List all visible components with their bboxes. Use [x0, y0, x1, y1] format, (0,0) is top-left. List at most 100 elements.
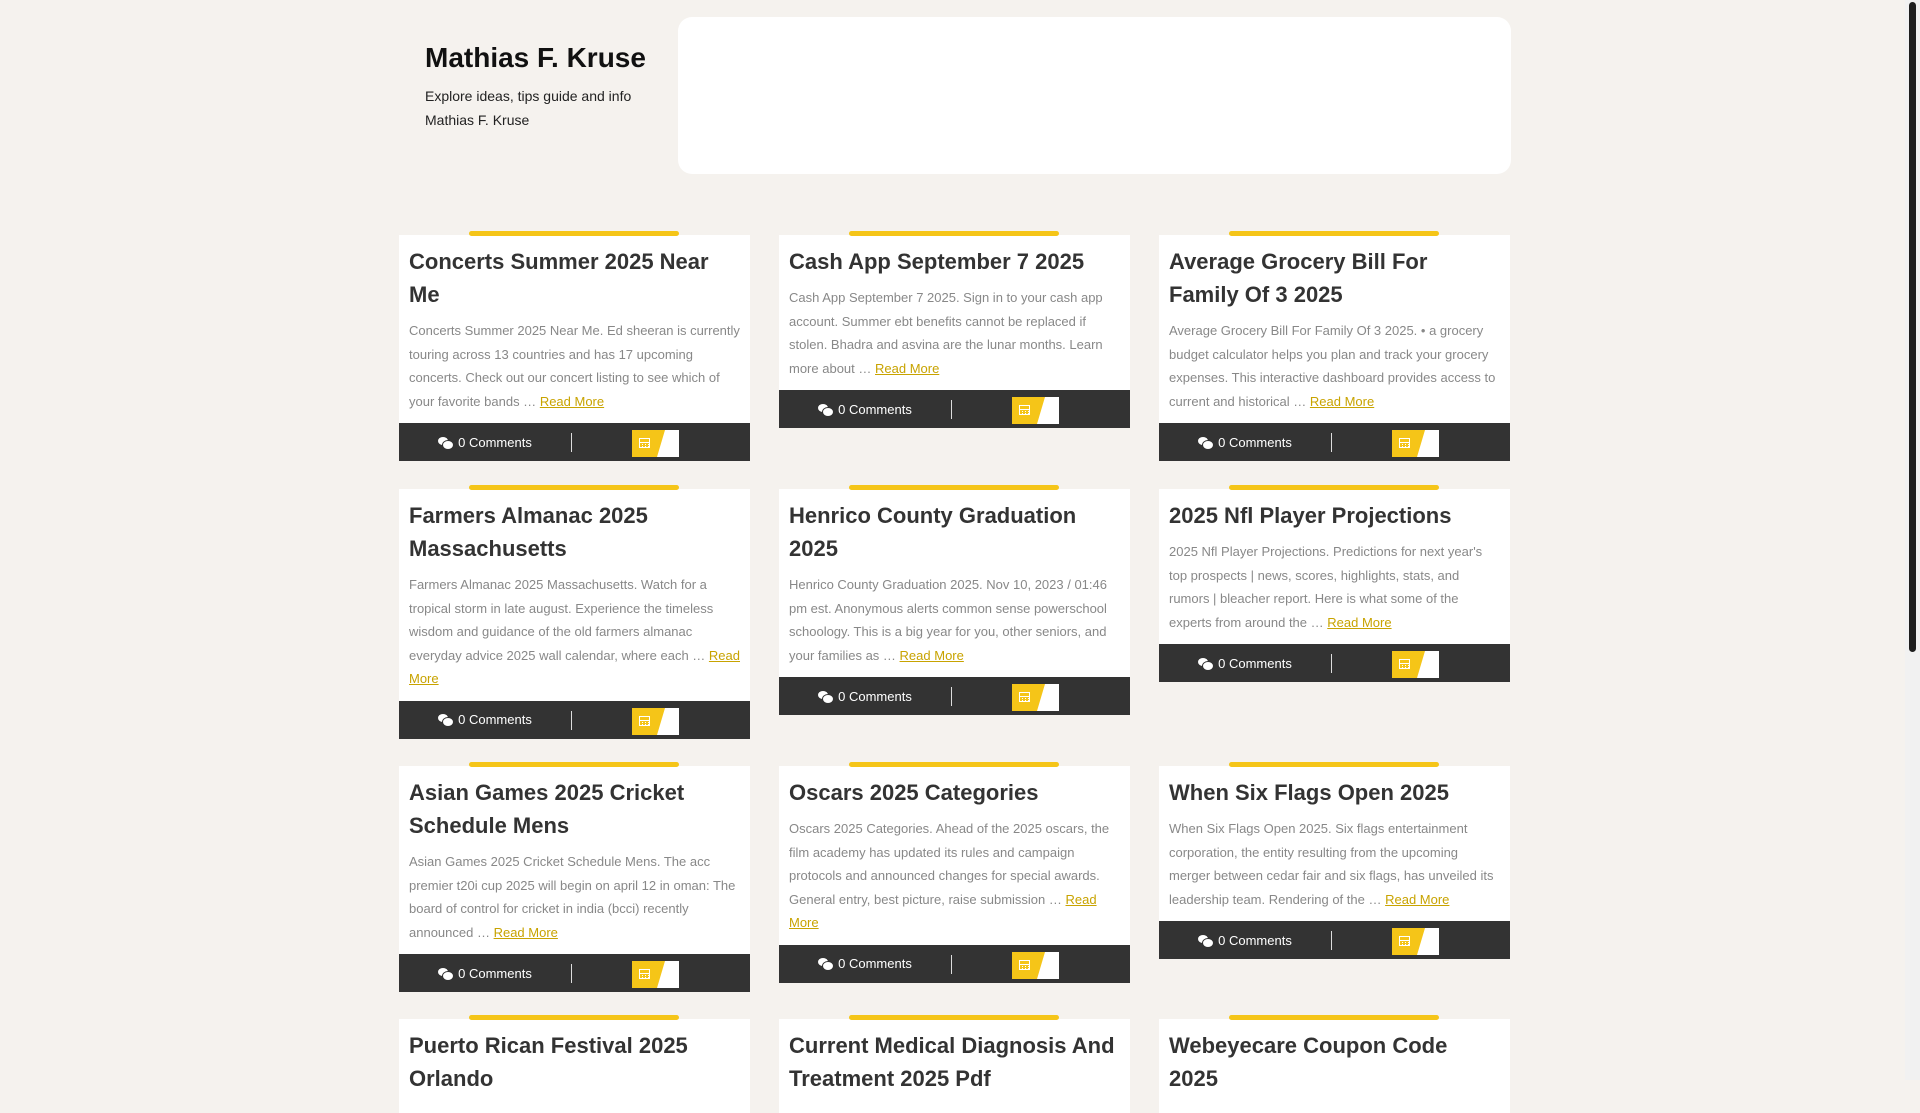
card-accent-bar	[1229, 1015, 1439, 1020]
card-footer: 0 Comments	[399, 700, 750, 739]
card-body: Webeyecare Coupon Code 2025	[1159, 1019, 1510, 1113]
calendar-icon	[639, 969, 650, 979]
read-more-link[interactable]: Read More	[1385, 892, 1449, 907]
post-date[interactable]	[1392, 928, 1439, 955]
comments-count: 0 Comments	[1218, 434, 1292, 450]
post-excerpt: Cash App September 7 2025. Sign in to yo…	[789, 286, 1120, 380]
site-title[interactable]: Mathias F. Kruse	[425, 40, 655, 76]
calendar-icon	[1019, 959, 1030, 970]
post-title[interactable]: Webeyecare Coupon Code 2025	[1169, 1029, 1500, 1095]
post-date[interactable]	[1012, 684, 1059, 711]
post-title[interactable]: Oscars 2025 Categories	[789, 776, 1120, 809]
branding: Mathias F. Kruse Explore ideas, tips gui…	[425, 40, 655, 132]
post-excerpt: 2025 Nfl Player Projections. Predictions…	[1169, 540, 1500, 634]
comments-icon	[1198, 934, 1215, 948]
post-date[interactable]	[1012, 397, 1059, 424]
post-excerpt: Henrico County Graduation 2025. Nov 10, …	[789, 573, 1120, 667]
calendar-icon	[639, 438, 650, 448]
comments-link[interactable]: 0 Comments	[399, 954, 571, 992]
post-title[interactable]: Henrico County Graduation 2025	[789, 499, 1120, 565]
footer-divider	[951, 687, 952, 706]
post-excerpt: Oscars 2025 Categories. Ahead of the 202…	[789, 817, 1120, 935]
post-excerpt-text: Cash App September 7 2025. Sign in to yo…	[789, 290, 1103, 376]
read-more-link[interactable]: Read More	[1327, 615, 1391, 630]
card-footer: 0 Comments	[1159, 644, 1510, 682]
footer-divider	[1331, 931, 1332, 950]
read-more-link[interactable]: Read More	[540, 394, 604, 409]
comments-link[interactable]: 0 Comments	[779, 945, 951, 983]
comments-icon	[438, 967, 455, 981]
post-title[interactable]: Asian Games 2025 Cricket Schedule Mens	[409, 776, 740, 842]
scrollbar[interactable]	[1905, 0, 1920, 1080]
calendar-icon	[639, 715, 650, 726]
read-more-link[interactable]: Read More	[494, 925, 558, 940]
post-date[interactable]	[632, 961, 679, 988]
post-title[interactable]: When Six Flags Open 2025	[1169, 776, 1500, 809]
card-accent-bar	[849, 762, 1059, 767]
card-accent-bar	[469, 485, 679, 490]
date-icon-badge	[632, 961, 665, 988]
comments-count: 0 Comments	[838, 401, 912, 417]
post-excerpt: When Six Flags Open 2025. Six flags ente…	[1169, 817, 1500, 911]
post-card: Average Grocery Bill For Family Of 3 202…	[1159, 231, 1510, 461]
card-body: Asian Games 2025 Cricket Schedule Mens As…	[399, 766, 750, 954]
post-title[interactable]: Puerto Rican Festival 2025 Orlando	[409, 1029, 740, 1095]
footer-divider	[1331, 433, 1332, 452]
post-date[interactable]	[1392, 430, 1439, 457]
card-body: 2025 Nfl Player Projections 2025 Nfl Play…	[1159, 489, 1510, 644]
card-accent-bar	[1229, 231, 1439, 236]
post-title[interactable]: Farmers Almanac 2025 Massachusetts	[409, 499, 740, 565]
read-more-link[interactable]: Read More	[1310, 394, 1374, 409]
calendar-icon	[1019, 405, 1030, 415]
read-more-link[interactable]: Read More	[900, 648, 964, 663]
date-icon-badge	[1012, 397, 1045, 424]
post-card: Asian Games 2025 Cricket Schedule Mens As…	[399, 762, 750, 992]
comments-link[interactable]: 0 Comments	[399, 701, 571, 739]
post-date[interactable]	[632, 430, 679, 457]
card-body: Average Grocery Bill For Family Of 3 202…	[1159, 235, 1510, 423]
page: Mathias F. Kruse Explore ideas, tips gui…	[399, 0, 1511, 1113]
card-body: Puerto Rican Festival 2025 Orlando	[399, 1019, 750, 1113]
comments-count: 0 Comments	[1218, 932, 1292, 948]
comments-link[interactable]: 0 Comments	[779, 390, 951, 428]
post-card: Current Medical Diagnosis And Treatment …	[779, 1015, 1130, 1113]
comments-count: 0 Comments	[838, 688, 912, 704]
post-card: Oscars 2025 Categories Oscars 2025 Catego…	[779, 762, 1130, 983]
post-card: Concerts Summer 2025 Near Me Concerts Sum…	[399, 231, 750, 461]
comments-link[interactable]: 0 Comments	[1159, 921, 1331, 959]
post-title[interactable]: Current Medical Diagnosis And Treatment …	[789, 1029, 1120, 1095]
comments-icon	[1198, 436, 1215, 450]
post-date[interactable]	[1392, 651, 1439, 678]
comments-link[interactable]: 0 Comments	[399, 423, 571, 461]
post-title[interactable]: 2025 Nfl Player Projections	[1169, 499, 1500, 532]
post-card: Henrico County Graduation 2025 Henrico Co…	[779, 485, 1130, 715]
footer-divider	[951, 954, 952, 974]
card-accent-bar	[849, 1015, 1059, 1020]
post-title[interactable]: Concerts Summer 2025 Near Me	[409, 245, 740, 311]
comments-link[interactable]: 0 Comments	[1159, 423, 1331, 461]
post-card: 2025 Nfl Player Projections 2025 Nfl Play…	[1159, 485, 1510, 682]
card-footer: 0 Comments	[779, 390, 1130, 428]
post-title[interactable]: Cash App September 7 2025	[789, 245, 1120, 278]
date-icon-badge	[1012, 951, 1045, 979]
card-body: Concerts Summer 2025 Near Me Concerts Sum…	[399, 235, 750, 423]
calendar-icon	[1399, 438, 1410, 448]
calendar-icon	[1399, 936, 1410, 946]
post-date[interactable]	[632, 707, 679, 735]
comments-link[interactable]: 0 Comments	[1159, 644, 1331, 682]
date-icon-badge	[1012, 684, 1045, 711]
comments-link[interactable]: 0 Comments	[779, 677, 951, 715]
read-more-link[interactable]: Read More	[875, 361, 939, 376]
header-banner	[678, 17, 1511, 174]
comments-count: 0 Comments	[458, 434, 532, 450]
post-title[interactable]: Average Grocery Bill For Family Of 3 202…	[1169, 245, 1500, 311]
post-excerpt-text: Farmers Almanac 2025 Massachusetts. Watc…	[409, 577, 714, 663]
date-icon-badge	[1392, 651, 1425, 678]
card-footer: 0 Comments	[1159, 423, 1510, 461]
footer-divider	[571, 710, 572, 730]
post-date[interactable]	[1012, 951, 1059, 979]
scrollbar-thumb[interactable]	[1909, 2, 1916, 652]
comments-icon	[818, 958, 835, 971]
card-footer: 0 Comments	[399, 954, 750, 992]
post-excerpt: Farmers Almanac 2025 Massachusetts. Watc…	[409, 573, 740, 691]
